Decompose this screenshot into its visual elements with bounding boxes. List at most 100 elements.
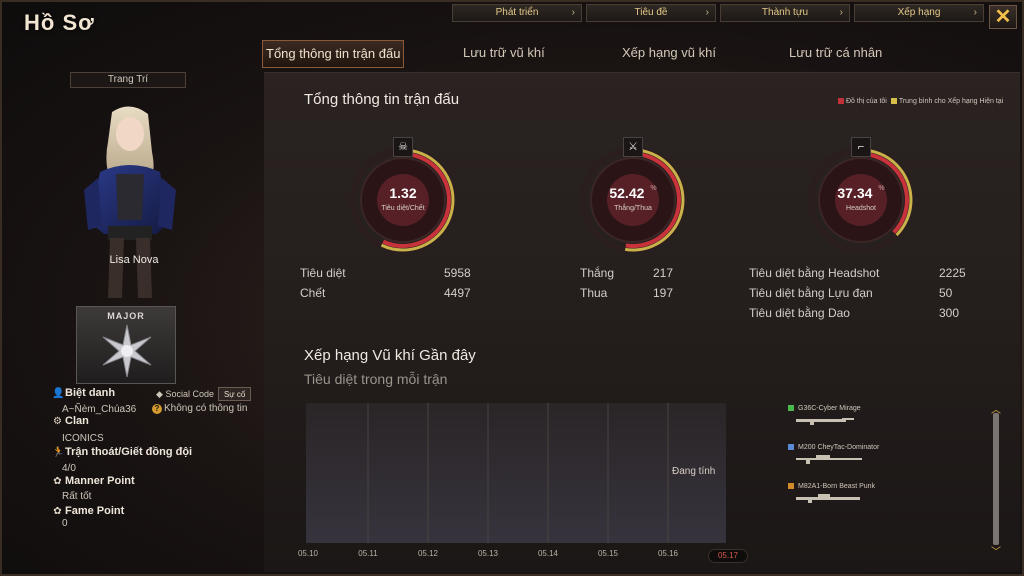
social-code: ◆ Social Code Sự cố: [156, 387, 252, 401]
weapon-swatch: [788, 405, 794, 412]
weapon-label: M200 CheyTac-Dominator: [798, 444, 880, 451]
losses-label: Thua: [580, 286, 608, 300]
weapon-chart: [306, 403, 726, 543]
window-title: Hồ Sơ: [24, 10, 95, 35]
rifle-icon: ⌐: [851, 137, 871, 157]
nav-label: Thành tựu: [761, 7, 809, 18]
nav-development-button[interactable]: Phát triển ›: [452, 4, 582, 22]
tab-weapon-ranking[interactable]: Xếp hạng vũ khí: [622, 40, 716, 68]
winrate-ring: ⚔ 52.42% Thắng/Thua: [578, 137, 688, 255]
headshot-label: Headshot: [846, 205, 876, 212]
legend-avg: Trung bình cho Xếp hạng Hiện tại: [898, 98, 1004, 105]
skull-icon: ☠: [393, 137, 413, 157]
chevron-right-icon: ›: [973, 7, 977, 18]
weapon-name: G36C-Cyber Mirage: [788, 405, 928, 412]
escape-label: Trận thoát/Giết đồng đội: [65, 446, 193, 458]
nickname-label: Biệt danh: [65, 387, 116, 399]
social-code-label: Social Code: [165, 389, 214, 399]
nav-label: Phát triển: [495, 7, 539, 18]
report-button[interactable]: Sự cố: [217, 387, 252, 401]
date-label[interactable]: 05.12: [408, 549, 448, 558]
date-label[interactable]: 05.10: [288, 549, 328, 558]
chevron-right-icon: ›: [839, 7, 843, 18]
sniper-icon: [796, 455, 862, 464]
rank-title: MAJOR: [107, 311, 145, 321]
manner-row: ✿ Manner Point: [52, 475, 134, 487]
clan-label: Clan: [65, 415, 89, 427]
headshot-value: 37.34%: [806, 185, 916, 201]
winrate-percent: %: [650, 185, 657, 192]
legend-swatch-mine: [838, 98, 844, 105]
person-icon: 👤: [52, 388, 65, 399]
grenade-kills-value: 50: [939, 286, 953, 300]
legend-mine: Đồ thị của tôi: [846, 98, 887, 105]
nickname-value: A~Ñèm_Chúa36: [62, 404, 137, 415]
deaths-label: Chết: [300, 286, 326, 300]
weapon-item[interactable]: G36C-Cyber Mirage: [788, 405, 928, 444]
grenade-kills-label: Tiêu diệt bằng Lựu đạn: [749, 286, 873, 300]
escape-row: 🏃Trận thoát/Giết đồng đội: [52, 446, 192, 458]
tag-icon: ◆: [156, 389, 163, 399]
weapon-name: M82A1-Born Beast Punk: [788, 483, 928, 490]
clan-value: ICONICS: [62, 433, 104, 444]
running-icon: 🏃: [52, 447, 65, 458]
decoration-button[interactable]: Trang Trí: [70, 72, 186, 88]
knife-kills-value: 300: [939, 306, 960, 320]
tab-match-summary[interactable]: Tổng thông tin trận đấu: [262, 40, 405, 68]
headshot-percent: %: [878, 185, 885, 192]
headshot-ring: ⌐ 37.34% Headshot: [806, 137, 916, 255]
no-info-text: Không có thông tin: [164, 403, 248, 414]
profile-panel: Trang Trí Lisa Nova MAJOR 👤Biệt danh ◆ S…: [4, 60, 262, 570]
crossed-swords-icon: ⚔: [623, 137, 643, 157]
weapon-swatch: [788, 483, 794, 490]
question-icon: ?: [152, 404, 162, 414]
chart-legend: Đồ thị của tôi Trung bình cho Xếp hạng H…: [838, 97, 1008, 106]
sniper-icon: [796, 494, 860, 503]
manner-icon: ✿: [53, 476, 62, 487]
kd-label: Tiêu diệt/Chết: [381, 205, 425, 212]
headshot-number: 37.34: [837, 185, 873, 201]
headshot-kills-label: Tiêu diệt bằng Headshot: [749, 266, 880, 280]
rank-badge: MAJOR: [76, 306, 176, 384]
weapon-swatch: [788, 444, 794, 451]
weapon-item[interactable]: M200 CheyTac-Dominator: [788, 444, 928, 483]
tab-bar: Tổng thông tin trận đấu Lưu trữ vũ khí X…: [262, 40, 1022, 68]
nav-titles-button[interactable]: Tiêu đề ›: [586, 4, 716, 22]
character-avatar: [84, 106, 176, 298]
nickname-row: 👤Biệt danh: [52, 387, 115, 399]
kills-value: 5958: [444, 266, 471, 280]
weapon-item[interactable]: M82A1-Born Beast Punk: [788, 483, 928, 522]
knife-kills-label: Tiêu diệt bằng Dao: [749, 306, 850, 320]
close-icon: ✕: [994, 6, 1012, 28]
character-name: Lisa Nova: [109, 254, 159, 266]
headshot-kills-value: 2225: [939, 266, 966, 280]
rifle-icon: [796, 418, 854, 425]
main-panel: Tổng thông tin trận đấu Đồ thị của tôi T…: [264, 72, 1020, 572]
date-label[interactable]: 05.13: [468, 549, 508, 558]
date-label[interactable]: 05.17: [708, 549, 748, 563]
nav-label: Xếp hạng: [897, 7, 941, 18]
weapon-chart-svg: [367, 403, 669, 543]
deaths-value: 4497: [444, 286, 471, 300]
tab-weapon-archive[interactable]: Lưu trữ vũ khí: [463, 40, 545, 68]
date-label[interactable]: 05.15: [588, 549, 628, 558]
date-label[interactable]: 05.14: [528, 549, 568, 558]
clan-row: ⚙ Clan: [52, 415, 89, 427]
nav-achievements-button[interactable]: Thành tựu ›: [720, 4, 850, 22]
fame-icon: ✿: [53, 506, 62, 517]
date-label[interactable]: 05.16: [648, 549, 688, 558]
close-button[interactable]: ✕: [989, 5, 1017, 29]
weapon-ranking-title: Xếp hạng Vũ khí Gần đây: [304, 347, 476, 364]
rank-star-icon: [102, 324, 152, 378]
scroll-down-icon[interactable]: ﹀: [989, 543, 1003, 558]
weapon-list-scrollbar[interactable]: ︿ ﹀: [989, 405, 1003, 558]
scroll-track[interactable]: [993, 413, 999, 545]
weapon-label: M82A1-Born Beast Punk: [798, 483, 876, 490]
tab-personal-archive[interactable]: Lưu trữ cá nhân: [789, 40, 882, 68]
weapon-list: G36C-Cyber Mirage M200 CheyTac-Dominator…: [788, 405, 928, 522]
nav-ranking-button[interactable]: Xếp hạng ›: [854, 4, 984, 22]
weapon-label: G36C-Cyber Mirage: [798, 405, 861, 412]
clan-icon: ⚙: [53, 416, 62, 427]
chevron-right-icon: ›: [705, 7, 709, 18]
date-label[interactable]: 05.11: [348, 549, 388, 558]
